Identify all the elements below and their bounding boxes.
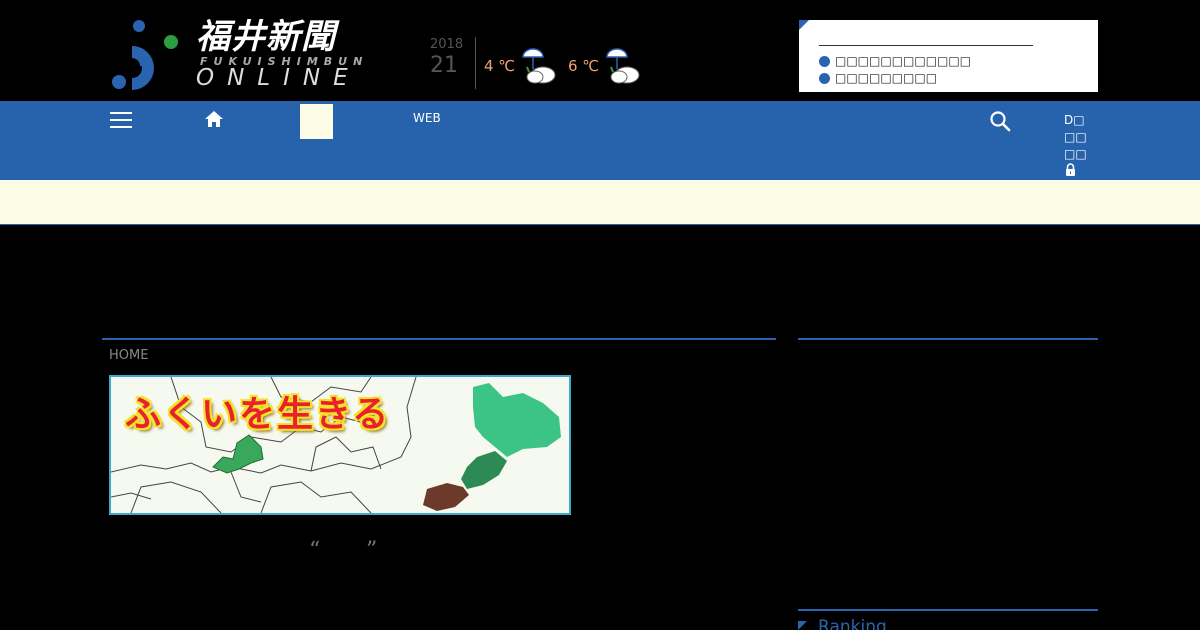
- bullet-icon: [819, 72, 830, 84]
- rain-cloud-icon: [606, 48, 640, 84]
- date-year: 2018: [430, 37, 464, 52]
- quote-open: “: [309, 538, 321, 563]
- banner-title: ふくいを生きる: [125, 394, 391, 435]
- corner-mark-icon: [799, 20, 809, 30]
- home-icon[interactable]: [204, 109, 224, 129]
- digital-login-label: □□: [1064, 130, 1087, 144]
- digital-login-label: □□: [1064, 147, 1087, 161]
- notice-link[interactable]: □□□□□□□□□: [819, 71, 937, 85]
- weather-temp: 4 ℃: [484, 57, 516, 75]
- logo-online: ONLINE: [196, 65, 361, 91]
- feature-banner[interactable]: ふくいを生きる: [109, 375, 571, 515]
- sidebar-divider: [798, 338, 1098, 340]
- site-header: 福井新聞 FUKUISHIMBUN ONLINE 2018 21 4 ℃ 6 ℃: [0, 0, 1200, 101]
- notice-box: □□□□□□□□□□□□ □□□□□□□□□: [799, 20, 1098, 92]
- date-day: 21: [430, 53, 458, 78]
- lock-icon: [1066, 163, 1075, 176]
- notice-link[interactable]: □□□□□□□□□□□□: [819, 54, 971, 68]
- main-divider: [102, 338, 776, 340]
- weather-temp: 6 ℃: [568, 57, 600, 75]
- logo-mark-icon[interactable]: [110, 18, 180, 92]
- rain-cloud-icon: [522, 48, 556, 84]
- quote-close: ”: [366, 538, 378, 563]
- notice-band: [0, 180, 1200, 225]
- notice-link-label: □□□□□□□□□: [835, 71, 938, 85]
- ranking-divider: [798, 609, 1098, 611]
- bullet-icon: [819, 55, 830, 67]
- logo-title[interactable]: 福井新聞: [196, 17, 336, 57]
- digital-login-link[interactable]: D□ □□ □□: [1064, 112, 1088, 182]
- weather-tomorrow: 6 ℃: [568, 44, 643, 88]
- nav-web-link[interactable]: WEB: [413, 111, 441, 125]
- global-nav: WEB D□ □□ □□: [0, 101, 1200, 180]
- weather-today: 4 ℃: [484, 44, 559, 88]
- breadcrumb-home[interactable]: HOME: [109, 348, 148, 363]
- hamburger-icon[interactable]: [110, 112, 132, 128]
- digital-login-label: D□: [1064, 113, 1085, 127]
- notice-link-label: □□□□□□□□□□□□: [835, 54, 972, 68]
- ranking-heading: Ranking: [818, 617, 887, 630]
- nav-tile-button[interactable]: [300, 104, 333, 139]
- notice-divider: [819, 45, 1033, 46]
- search-icon[interactable]: [989, 110, 1011, 132]
- date-display: 2018 21: [430, 37, 476, 89]
- corner-mark-icon: [798, 621, 807, 630]
